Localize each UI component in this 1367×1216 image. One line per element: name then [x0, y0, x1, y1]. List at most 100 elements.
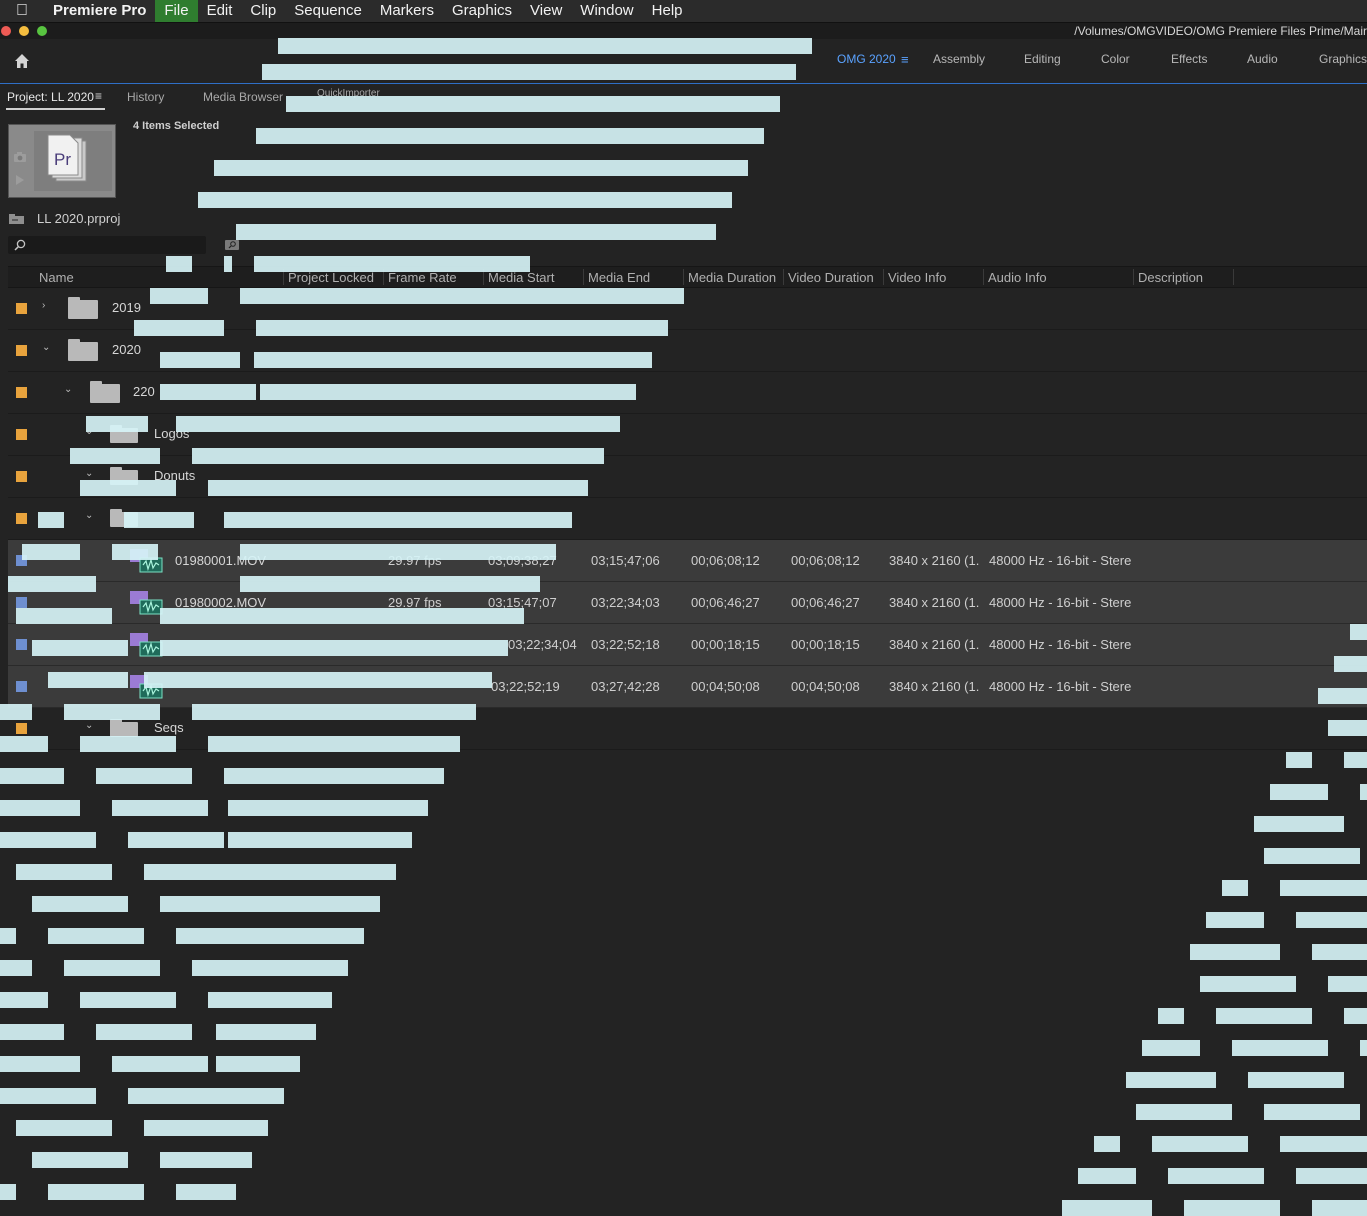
column-divider[interactable] — [483, 269, 484, 285]
zoom-window-button[interactable] — [37, 26, 47, 36]
menu-edit[interactable]: Edit — [198, 0, 242, 22]
table-row[interactable]: ⌄ Donuts — [8, 456, 1367, 498]
menu-file[interactable]: File — [155, 0, 198, 22]
column-divider[interactable] — [683, 269, 684, 285]
glitch-streak — [1216, 1008, 1312, 1024]
play-icon[interactable] — [15, 175, 25, 185]
menu-markers[interactable]: Markers — [371, 0, 443, 22]
label-color-swatch[interactable] — [16, 387, 27, 398]
tab-quick-importer[interactable]: QuickImporter — [317, 88, 380, 99]
glitch-streak — [192, 960, 348, 976]
label-color-swatch[interactable] — [16, 471, 27, 482]
chevron-down-icon[interactable]: ⌄ — [85, 426, 93, 437]
table-row[interactable]: ⌄ 2020 — [8, 330, 1367, 372]
column-header-name[interactable]: Name — [39, 270, 74, 285]
media-duration-cell: 00;06;08;12 — [691, 553, 760, 568]
column-divider[interactable] — [983, 269, 984, 285]
search-input[interactable] — [8, 236, 206, 254]
workspace-tab-graphics[interactable]: Graphics — [1319, 52, 1367, 66]
column-divider[interactable] — [583, 269, 584, 285]
column-header-media-duration[interactable]: Media Duration — [688, 270, 776, 285]
column-divider[interactable] — [1133, 269, 1134, 285]
label-color-swatch[interactable] — [16, 639, 27, 650]
tab-project[interactable]: Project: LL 2020 — [7, 90, 94, 104]
chevron-right-icon[interactable]: › — [42, 300, 45, 311]
folder-icon — [110, 719, 138, 737]
label-color-swatch[interactable] — [16, 597, 27, 608]
label-color-swatch[interactable] — [16, 513, 27, 524]
column-divider[interactable] — [383, 269, 384, 285]
minimize-window-button[interactable] — [19, 26, 29, 36]
table-row[interactable]: › 2019 — [8, 288, 1367, 330]
frame-rate-cell: 29.97 fps — [388, 595, 442, 610]
table-row[interactable]: 01980001.MOV 29.97 fps 03;09;38;27 03;15… — [8, 540, 1367, 582]
workspace-tab-audio[interactable]: Audio — [1247, 52, 1278, 66]
chevron-down-icon[interactable]: ⌄ — [64, 384, 72, 395]
label-color-swatch[interactable] — [16, 429, 27, 440]
clip-name[interactable]: 01980001.MOV — [175, 553, 266, 568]
column-header-frame-rate[interactable]: Frame Rate — [388, 270, 457, 285]
workspace-tab-effects[interactable]: Effects — [1171, 52, 1207, 66]
menu-window[interactable]: Window — [571, 0, 642, 22]
table-row[interactable]: ⌄ — [8, 498, 1367, 540]
tab-media-browser[interactable]: Media Browser — [203, 90, 283, 104]
label-color-swatch[interactable] — [16, 345, 27, 356]
panel-menu-icon[interactable]: ≡ — [95, 89, 102, 103]
clip-name[interactable]: 01980002.MOV — [175, 595, 266, 610]
bin-name[interactable]: 2019 — [112, 300, 141, 315]
glitch-streak — [1328, 976, 1367, 992]
column-header-audio-info[interactable]: Audio Info — [988, 270, 1047, 285]
chevron-down-icon[interactable]: ⌄ — [42, 342, 50, 353]
label-color-swatch[interactable] — [16, 723, 27, 734]
column-header-project-locked[interactable]: Project Locked — [288, 270, 374, 285]
table-row[interactable]: ⌄ Seqs — [8, 708, 1367, 750]
column-header-media-end[interactable]: Media End — [588, 270, 650, 285]
workspace-menu-icon[interactable]: ≡ — [901, 52, 909, 67]
workspace-tab-assembly[interactable]: Assembly — [933, 52, 985, 66]
close-window-button[interactable] — [1, 26, 11, 36]
column-header-media-start[interactable]: Media Start — [488, 270, 554, 285]
bin-name[interactable]: Seqs — [154, 720, 184, 735]
column-divider[interactable] — [283, 269, 284, 285]
column-divider[interactable] — [1233, 269, 1234, 285]
home-icon[interactable] — [12, 51, 32, 71]
table-row[interactable]: ⌄ Logos — [8, 414, 1367, 456]
glitch-streak — [1152, 1136, 1248, 1152]
bin-name[interactable]: Donuts — [154, 468, 195, 483]
media-start-cell: 03;22;52;19 — [491, 679, 560, 694]
table-row[interactable]: 03;22;52;19 03;27;42;28 00;04;50;08 00;0… — [8, 666, 1367, 708]
column-header-video-info[interactable]: Video Info — [888, 270, 946, 285]
chevron-down-icon[interactable]: ⌄ — [85, 468, 93, 479]
glitch-streak — [1254, 816, 1344, 832]
label-color-swatch[interactable] — [16, 555, 27, 566]
column-header-description[interactable]: Description — [1138, 270, 1203, 285]
menu-clip[interactable]: Clip — [241, 0, 285, 22]
table-row[interactable]: ⌄ 220 — [8, 372, 1367, 414]
column-header-video-duration[interactable]: Video Duration — [788, 270, 874, 285]
menu-view[interactable]: View — [521, 0, 571, 22]
menu-sequence[interactable]: Sequence — [285, 0, 371, 22]
menu-help[interactable]: Help — [643, 0, 692, 22]
workspace-tab-editing[interactable]: Editing — [1024, 52, 1061, 66]
table-row[interactable]: 03;22;34;04 03;22;52;18 00;00;18;15 00;0… — [8, 624, 1367, 666]
menu-app-name[interactable]: Premiere Pro — [44, 0, 155, 22]
label-color-swatch[interactable] — [16, 303, 27, 314]
camera-icon[interactable] — [13, 151, 27, 163]
glitch-streak — [216, 1024, 316, 1040]
tab-history[interactable]: History — [127, 90, 164, 104]
find-icon[interactable] — [225, 240, 239, 250]
bin-name[interactable]: 220 — [133, 384, 155, 399]
bin-name[interactable]: 2020 — [112, 342, 141, 357]
apple-icon[interactable]:  — [0, 2, 44, 20]
workspace-tab-color[interactable]: Color — [1101, 52, 1130, 66]
label-color-swatch[interactable] — [16, 681, 27, 692]
chevron-down-icon[interactable]: ⌄ — [85, 720, 93, 731]
column-divider[interactable] — [783, 269, 784, 285]
workspace-tab-omg-2020[interactable]: OMG 2020 — [837, 52, 896, 66]
menu-graphics[interactable]: Graphics — [443, 0, 521, 22]
chevron-down-icon[interactable]: ⌄ — [85, 510, 93, 521]
column-divider[interactable] — [883, 269, 884, 285]
table-row[interactable]: 01980002.MOV 29.97 fps 03;15;47;07 03;22… — [8, 582, 1367, 624]
folder-icon — [68, 297, 98, 319]
bin-name[interactable]: Logos — [154, 426, 189, 441]
